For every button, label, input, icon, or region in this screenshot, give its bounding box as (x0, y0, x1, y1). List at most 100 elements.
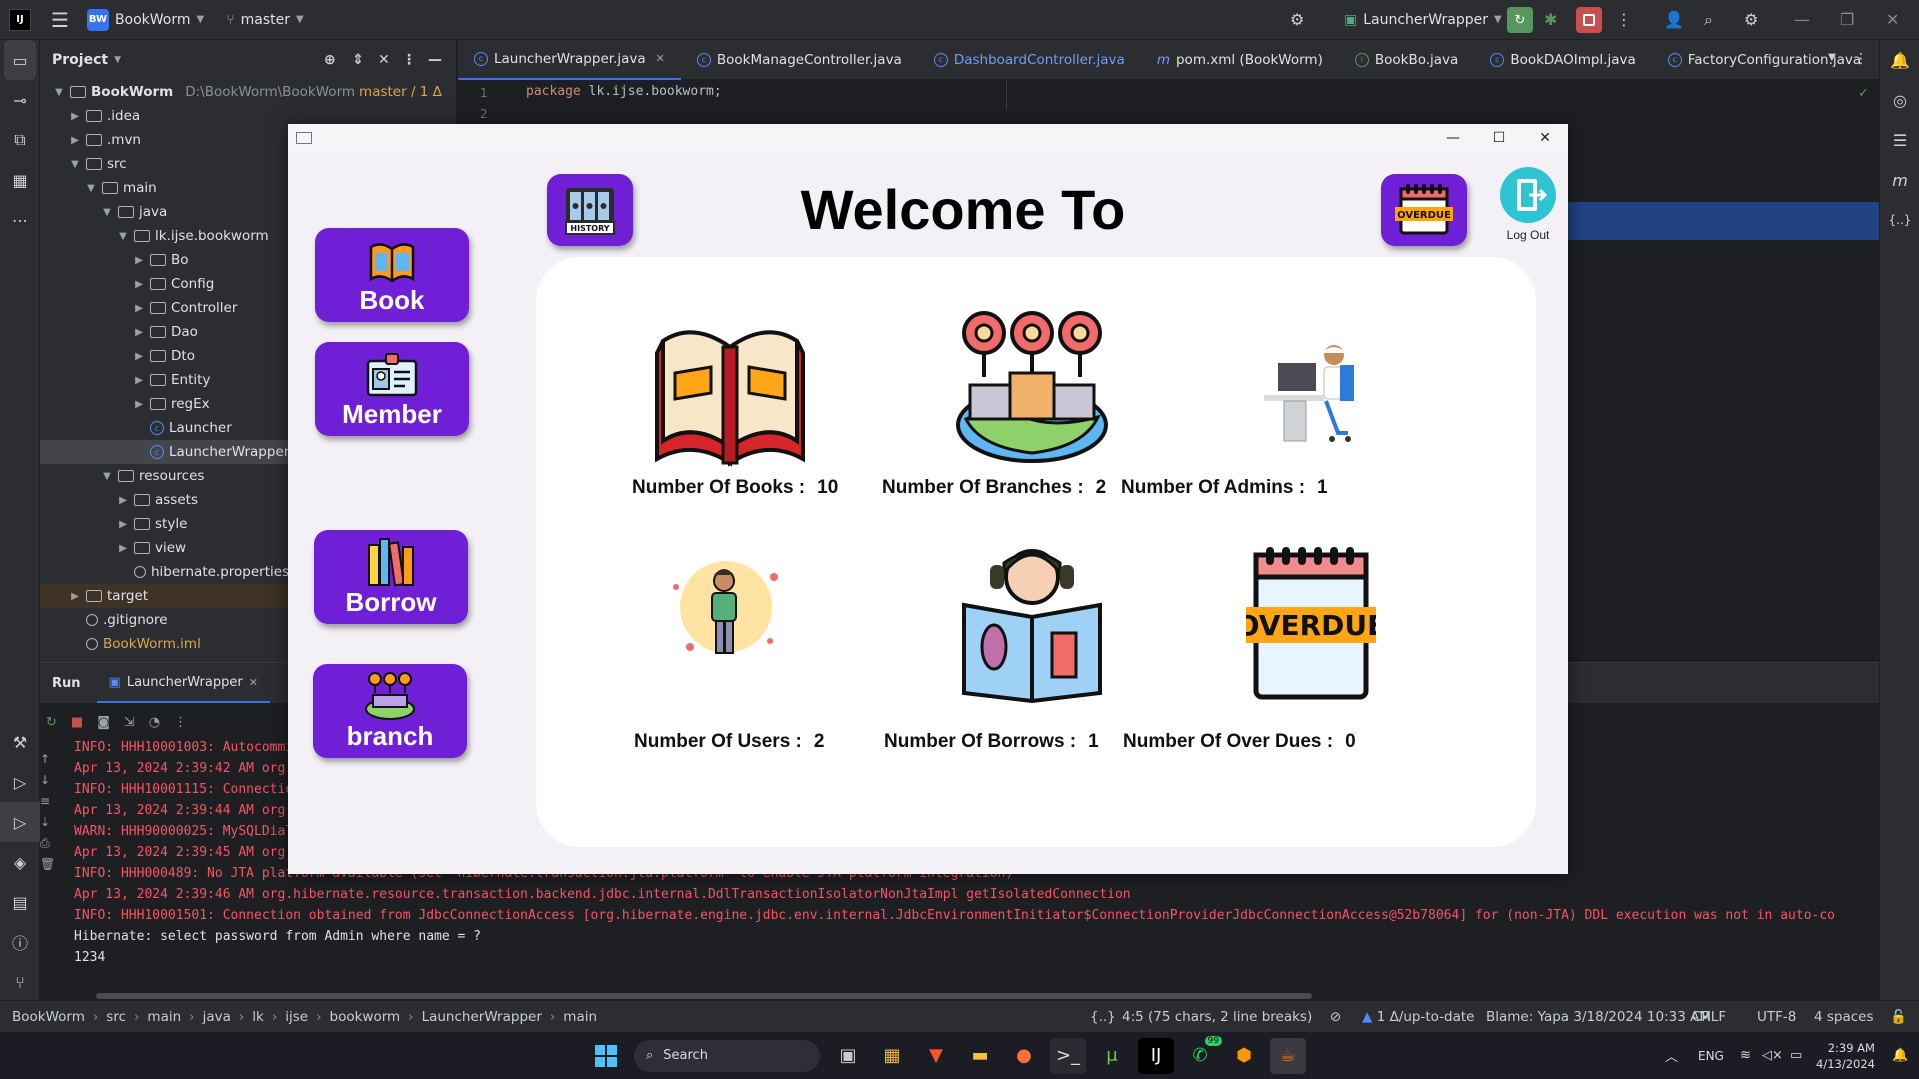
json-icon[interactable]: {..} (1880, 200, 1919, 240)
ai-assistant-icon[interactable]: ◎ (1880, 80, 1919, 120)
terminal-icon[interactable]: ▤ (0, 882, 40, 922)
tab-launcherwrapper[interactable]: c LauncherWrapper.java ✕ (458, 40, 681, 80)
wifi-icon[interactable]: ≋ (1740, 1048, 1751, 1063)
branch-selector[interactable]: ⑂ master ▼ (226, 12, 303, 28)
volume-icon[interactable]: ◁× (1762, 1048, 1783, 1063)
run-title[interactable]: Run (52, 676, 81, 691)
lock-icon[interactable]: 🔓 (1890, 1009, 1907, 1025)
battery-icon[interactable]: ▭ (1790, 1048, 1802, 1063)
terminal-icon[interactable]: >_ (1050, 1037, 1086, 1074)
vcs-status[interactable]: ▲ 1 Δ/up-to-date (1362, 1009, 1474, 1025)
commit-tool-icon[interactable]: ⊸ (0, 80, 40, 120)
intellij-icon[interactable]: IJ (1138, 1037, 1174, 1074)
more-tools-icon[interactable]: ⋯ (0, 200, 40, 240)
no-inspection-icon[interactable]: ⊘ (1330, 1009, 1341, 1025)
restore-icon[interactable]: ❐ (1840, 10, 1854, 29)
encoding[interactable]: UTF-8 (1757, 1009, 1796, 1025)
add-user-icon[interactable]: 👤 (1664, 10, 1684, 29)
project-panel-title[interactable]: Project (52, 52, 108, 68)
rerun-icon[interactable]: ↻ (46, 715, 57, 739)
database-icon[interactable]: ☰ (1880, 120, 1919, 160)
taskbar-search[interactable]: ⌕ Search (634, 1039, 820, 1072)
rerun-button[interactable]: ↻ (1507, 7, 1533, 33)
brave-icon[interactable]: ▼ (918, 1038, 954, 1074)
tab-bookmanagecontroller[interactable]: c BookManageController.java (681, 40, 918, 80)
member-button[interactable]: Member (315, 342, 469, 436)
main-menu-icon[interactable]: ☰ (51, 8, 69, 32)
pull-request-icon[interactable]: ⧉ (0, 120, 40, 160)
more-vertical-icon[interactable]: ⋮ (1616, 10, 1632, 29)
services-icon[interactable]: ▷ (0, 762, 40, 802)
run-tab[interactable]: ▣ LauncherWrapper ✕ (96, 663, 270, 703)
run-tool-icon[interactable]: ▷ (0, 802, 40, 842)
whatsapp-icon[interactable]: ✆ 99 (1182, 1035, 1222, 1074)
minimize-icon[interactable]: — (1794, 10, 1810, 29)
settings-icon[interactable]: ⚙ (1744, 10, 1758, 29)
cursor-position[interactable]: 4:5 (75 chars, 2 line breaks) (1122, 1009, 1312, 1025)
breadcrumb-item[interactable]: java (203, 1009, 231, 1025)
close-icon[interactable]: ✕ (1886, 10, 1899, 29)
stop-icon[interactable]: ■ (71, 715, 83, 739)
firefox-icon[interactable]: ● (1006, 1038, 1042, 1074)
problems-icon[interactable]: ⓘ (0, 922, 40, 962)
breadcrumb-item[interactable]: src (106, 1009, 126, 1025)
debug-icon[interactable]: ✱ (1544, 10, 1557, 29)
tab-bookdaoimpl[interactable]: c BookDAOImpl.java (1474, 40, 1651, 80)
coverage-icon[interactable]: ◔ (149, 715, 160, 739)
project-selector[interactable]: BW BookWorm ▼ (86, 8, 204, 31)
bug-icon[interactable]: ⚙ (1290, 10, 1304, 29)
collapse-all-icon[interactable]: ✕ (378, 52, 390, 68)
console-scrollbar[interactable] (96, 993, 1312, 999)
logout-button[interactable]: Log Out (1498, 166, 1558, 256)
tree-root[interactable]: ▼ BookWorm D:\BookWorm\BookWorm master /… (40, 80, 456, 104)
breadcrumb-item[interactable]: lk (252, 1009, 264, 1025)
maximize-icon[interactable]: ☐ (1476, 124, 1522, 152)
close-icon[interactable]: ✕ (656, 52, 665, 65)
line-separator[interactable]: CRLF (1692, 1009, 1726, 1025)
more-vertical-icon[interactable]: ⋮ (174, 715, 187, 739)
maven-icon[interactable]: m (1880, 160, 1919, 200)
indent[interactable]: 4 spaces (1814, 1009, 1874, 1025)
tab-bookbo[interactable]: i BookBo.java (1339, 40, 1474, 80)
git-icon[interactable]: ⑂ (0, 962, 40, 1002)
file-explorer-icon[interactable]: ▬ (962, 1038, 998, 1074)
breadcrumb-item[interactable]: LauncherWrapper (422, 1009, 542, 1025)
windows-start-icon[interactable] (588, 1038, 624, 1074)
breadcrumb-item[interactable]: ijse (285, 1009, 308, 1025)
breadcrumb-item[interactable]: main (563, 1009, 597, 1025)
notification-bell-icon[interactable]: 🔔 (1892, 1048, 1908, 1063)
sublime-icon[interactable]: ⬢ (1226, 1038, 1262, 1074)
minimize-icon[interactable]: — (1430, 124, 1476, 152)
store-icon[interactable]: ▦ (874, 1038, 910, 1074)
language-indicator[interactable]: ENG (1698, 1049, 1724, 1063)
task-view-icon[interactable]: ▣ (830, 1038, 866, 1074)
java-app-icon[interactable]: ☕ (1270, 1037, 1306, 1074)
tab-pom[interactable]: m pom.xml (BookWorm) (1141, 40, 1339, 80)
breadcrumb-item[interactable]: bookworm (330, 1009, 401, 1025)
clock[interactable]: 2:39 AM 4/13/2024 (1816, 1040, 1875, 1072)
search-icon[interactable]: ⌕ (1704, 10, 1713, 30)
utorrent-icon[interactable]: μ (1094, 1038, 1130, 1074)
project-tool-icon[interactable]: ▭ (4, 40, 36, 80)
more-vertical-icon[interactable]: ⋮ (1854, 51, 1868, 67)
overdue-button[interactable]: OVERDUE (1381, 174, 1467, 246)
expand-all-icon[interactable]: ⇕ (352, 52, 364, 68)
chevron-down-icon[interactable]: ▼ (1828, 52, 1836, 63)
breadcrumb-item[interactable]: main (147, 1009, 181, 1025)
camera-icon[interactable]: ◙ (97, 715, 110, 739)
layers-icon[interactable]: ◈ (0, 842, 40, 882)
structure-icon[interactable]: ▦ (0, 160, 40, 200)
branch-button[interactable]: branch (313, 664, 467, 758)
breadcrumb-item[interactable]: BookWorm (12, 1009, 85, 1025)
close-icon[interactable]: ✕ (1522, 124, 1568, 152)
build-tool-icon[interactable]: ⚒ (0, 722, 40, 762)
notifications-icon[interactable]: 🔔 (1880, 40, 1919, 80)
blame-info[interactable]: Blame: Yapa 3/18/2024 10:33 AM (1486, 1009, 1711, 1025)
locate-icon[interactable]: ⊕ (324, 52, 336, 68)
more-vertical-icon[interactable]: ⋮ (402, 52, 416, 68)
hide-panel-icon[interactable]: — (428, 52, 442, 68)
tab-dashboardcontroller[interactable]: c DashboardController.java (918, 40, 1141, 80)
history-button[interactable]: HISTORY (547, 174, 633, 246)
book-button[interactable]: Book (315, 228, 469, 322)
run-config-selector[interactable]: ▣ LauncherWrapper ▼ (1344, 12, 1502, 28)
